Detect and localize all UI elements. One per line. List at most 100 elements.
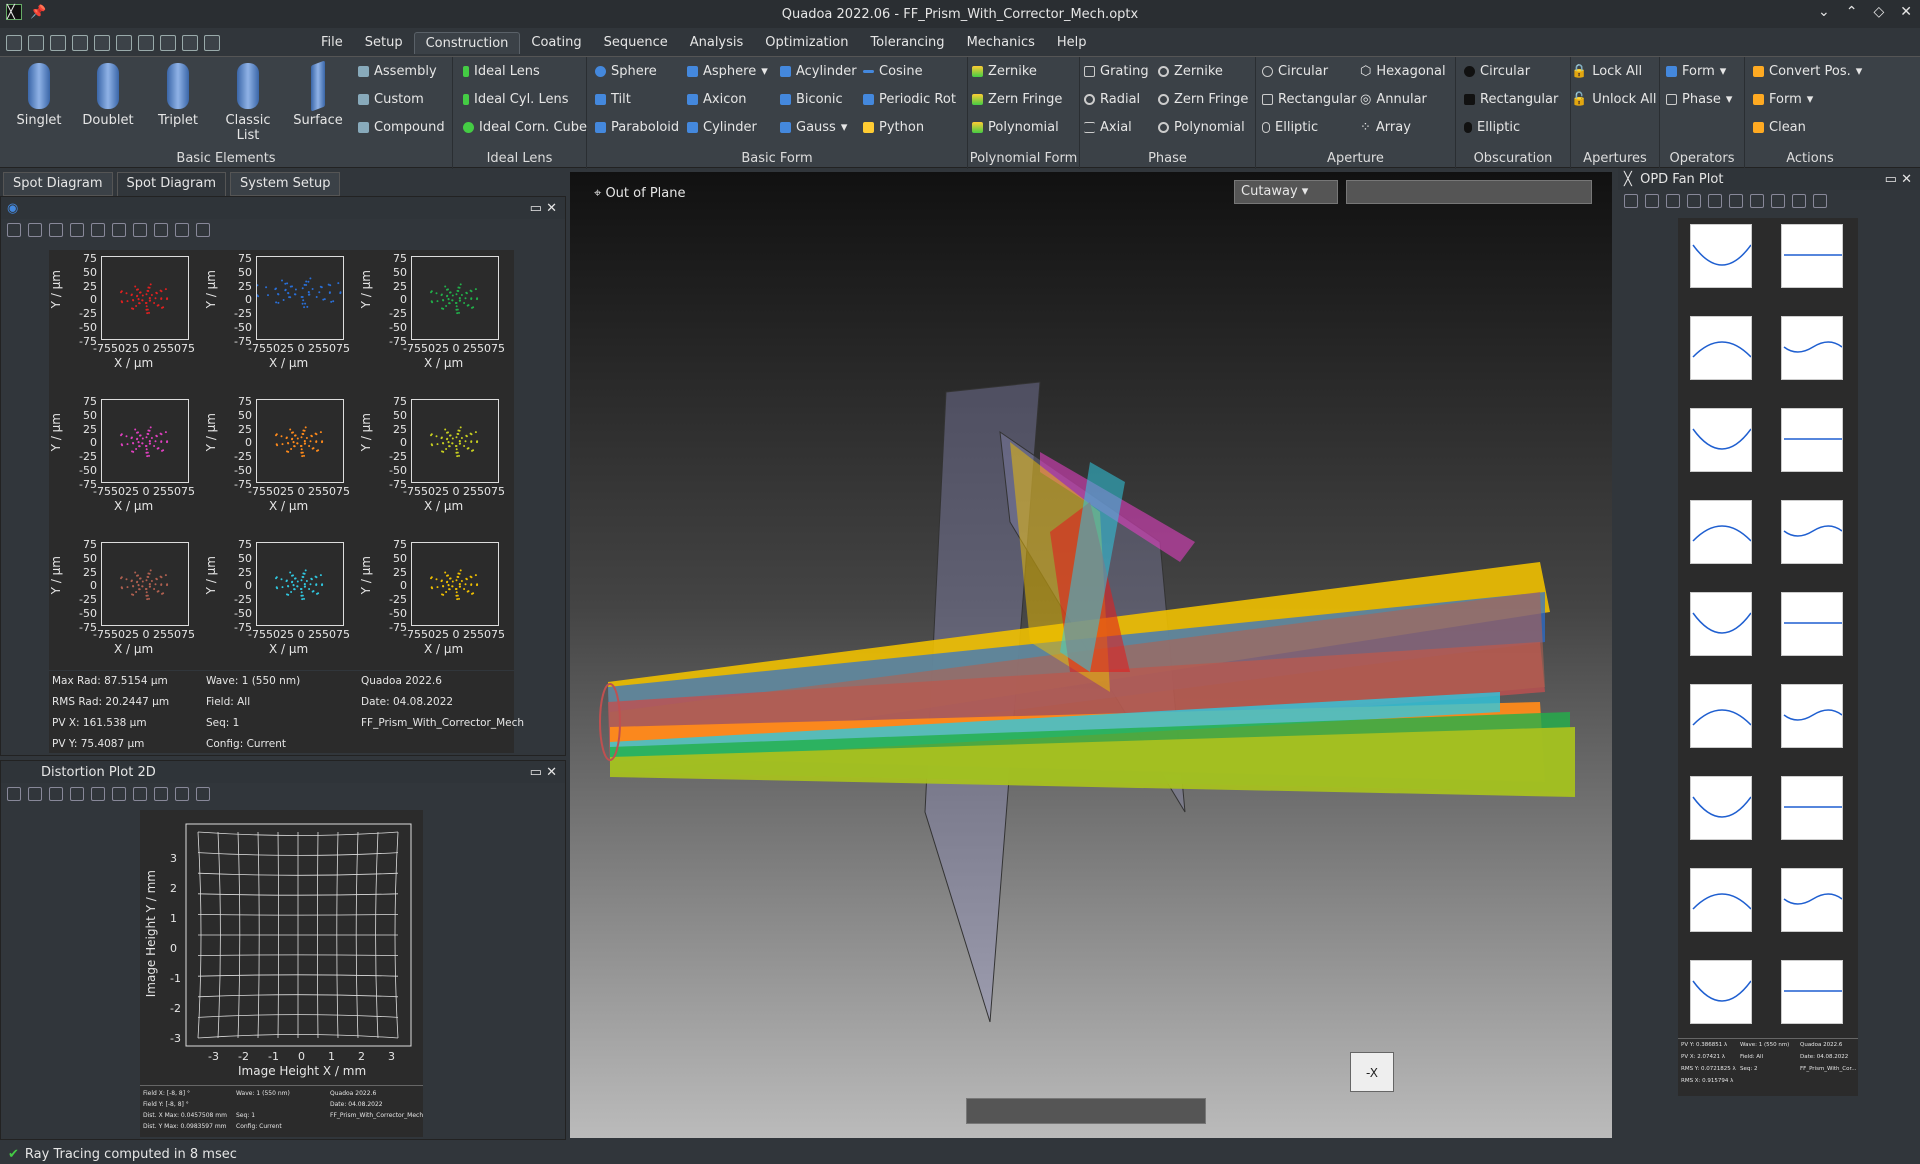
poly-zern-fringe-button[interactable]: Zern Fringe [972,92,1062,107]
menu-tolerancing[interactable]: Tolerancing [859,32,955,54]
radial-button[interactable]: Radial [1084,92,1140,107]
grid-icon[interactable] [175,223,189,237]
panel-close-icon[interactable]: ✕ [546,765,557,780]
menu-help[interactable]: Help [1046,32,1098,54]
phase-polynomial-button[interactable]: Polynomial [1158,120,1245,135]
aperture-array-button[interactable]: ⁘ Array [1360,120,1411,135]
new-icon[interactable] [6,35,22,51]
auto-update-icon[interactable] [182,35,198,51]
menu-icon[interactable] [196,787,210,801]
obsc-circular-button[interactable]: Circular [1464,64,1530,79]
3d-viewport[interactable]: ⌖ Out of Plane Cutaway ▾ -X [570,172,1612,1138]
operator-phase-button[interactable]: Phase ▾ [1666,92,1732,107]
png-export-icon[interactable] [91,787,105,801]
menu-icon[interactable] [1813,194,1827,208]
tilt-button[interactable]: Tilt [595,92,631,107]
biconic-button[interactable]: Biconic [780,92,843,107]
menu-construction[interactable]: Construction [413,32,521,54]
panel-close-icon[interactable]: ✕ [1901,172,1912,187]
menu-setup[interactable]: Setup [354,32,414,54]
windows-icon[interactable] [204,35,220,51]
grid-icon[interactable] [1792,194,1806,208]
unlock-all-button[interactable]: 🔓 Unlock All [1571,92,1656,107]
axis-icon[interactable] [133,787,147,801]
settings-icon[interactable] [7,787,21,801]
menu-optimization[interactable]: Optimization [754,32,859,54]
aperture-elliptic-button[interactable]: Elliptic [1262,120,1318,135]
refresh-icon[interactable] [160,35,176,51]
restore-button[interactable]: ◇ [1873,4,1884,20]
axis-grid-icon[interactable] [154,223,168,237]
float-icon[interactable]: ▭ [530,765,542,780]
assembly-button[interactable]: Assembly [358,64,437,79]
phase-zernike-button[interactable]: Zernike [1158,64,1223,79]
compound-button[interactable]: Compound [358,120,445,135]
classic-list-button[interactable]: Classic List [219,63,277,143]
aperture-annular-button[interactable]: ◎ Annular [1360,92,1427,107]
aperture-hexagonal-button[interactable]: ⬡ Hexagonal [1360,64,1446,79]
tab-spot-diagram-1[interactable]: Spot Diagram [3,172,113,196]
clean-button[interactable]: Clean [1753,120,1806,135]
axis-grid-icon[interactable] [154,787,168,801]
python-button[interactable]: Python [863,120,924,135]
menu-coating[interactable]: Coating [520,32,592,54]
auto-icon[interactable] [49,223,63,237]
export-icon[interactable] [1729,194,1743,208]
aperture-rectangular-button[interactable]: Rectangular [1262,92,1356,107]
asphere-button[interactable]: Asphere ▾ [687,64,768,79]
refresh-icon[interactable] [1645,194,1659,208]
convert-pos-button[interactable]: Convert Pos. ▾ [1753,64,1862,79]
panel-close-icon[interactable]: ✕ [546,201,557,216]
axial-button[interactable]: Axial [1084,120,1132,135]
axis-icon[interactable] [133,223,147,237]
singlet-button[interactable]: Singlet [10,63,68,128]
menu-analysis[interactable]: Analysis [679,32,755,54]
tab-system-setup[interactable]: System Setup [230,172,341,196]
menu-mechanics[interactable]: Mechanics [956,32,1046,54]
png-export-icon[interactable] [91,223,105,237]
paraboloid-button[interactable]: Paraboloid [595,120,679,135]
tab-spot-diagram-2[interactable]: Spot Diagram [116,172,227,196]
menu-file[interactable]: File [310,32,354,54]
redo-icon[interactable] [138,35,154,51]
refresh-icon[interactable] [28,787,42,801]
poly-zernike-button[interactable]: Zernike [972,64,1037,79]
png-export-icon[interactable] [1708,194,1722,208]
poly-polynomial-button[interactable]: Polynomial [972,120,1059,135]
phase-zern-fringe-button[interactable]: Zern Fringe [1158,92,1248,107]
surface-button[interactable]: Surface [289,60,347,128]
save-icon[interactable] [72,35,88,51]
doublet-button[interactable]: Doublet [79,63,137,128]
operator-form-button[interactable]: Form ▾ [1666,64,1726,79]
acylinder-button[interactable]: Acylinder [780,64,857,79]
recent-icon[interactable] [50,35,66,51]
close-button[interactable]: ✕ [1900,4,1912,20]
menu-icon[interactable] [196,223,210,237]
float-icon[interactable]: ▭ [1885,172,1897,187]
menu-sequence[interactable]: Sequence [593,32,679,54]
settings-icon[interactable] [7,223,21,237]
maximize-button[interactable]: ⌃ [1846,4,1858,20]
custom-button[interactable]: Custom [358,92,424,107]
triplet-button[interactable]: Triplet [149,63,207,128]
ideal-cyl-lens-button[interactable]: Ideal Cyl. Lens [463,92,568,107]
home-icon[interactable] [70,787,84,801]
axicon-button[interactable]: Axicon [687,92,747,107]
action-form-button[interactable]: Form ▾ [1753,92,1813,107]
sphere-button[interactable]: Sphere [595,64,657,79]
settings-icon[interactable] [1624,194,1638,208]
lock-all-button[interactable]: 🔒 Lock All [1571,64,1642,79]
open-icon[interactable] [28,35,44,51]
undo-icon[interactable] [116,35,132,51]
grid-icon[interactable] [175,787,189,801]
periodic-rot-button[interactable]: Periodic Rot [863,92,956,107]
float-icon[interactable]: ▭ [530,201,542,216]
aperture-circular-button[interactable]: Circular [1262,64,1328,79]
pin-icon[interactable]: 📌 [30,5,46,20]
home-icon[interactable] [1687,194,1701,208]
export-icon[interactable] [112,223,126,237]
cosine-button[interactable]: Cosine [863,64,923,79]
grating-button[interactable]: Grating [1084,64,1149,79]
cylinder-button[interactable]: Cylinder [687,120,757,135]
gauss-button[interactable]: Gauss ▾ [780,120,847,135]
